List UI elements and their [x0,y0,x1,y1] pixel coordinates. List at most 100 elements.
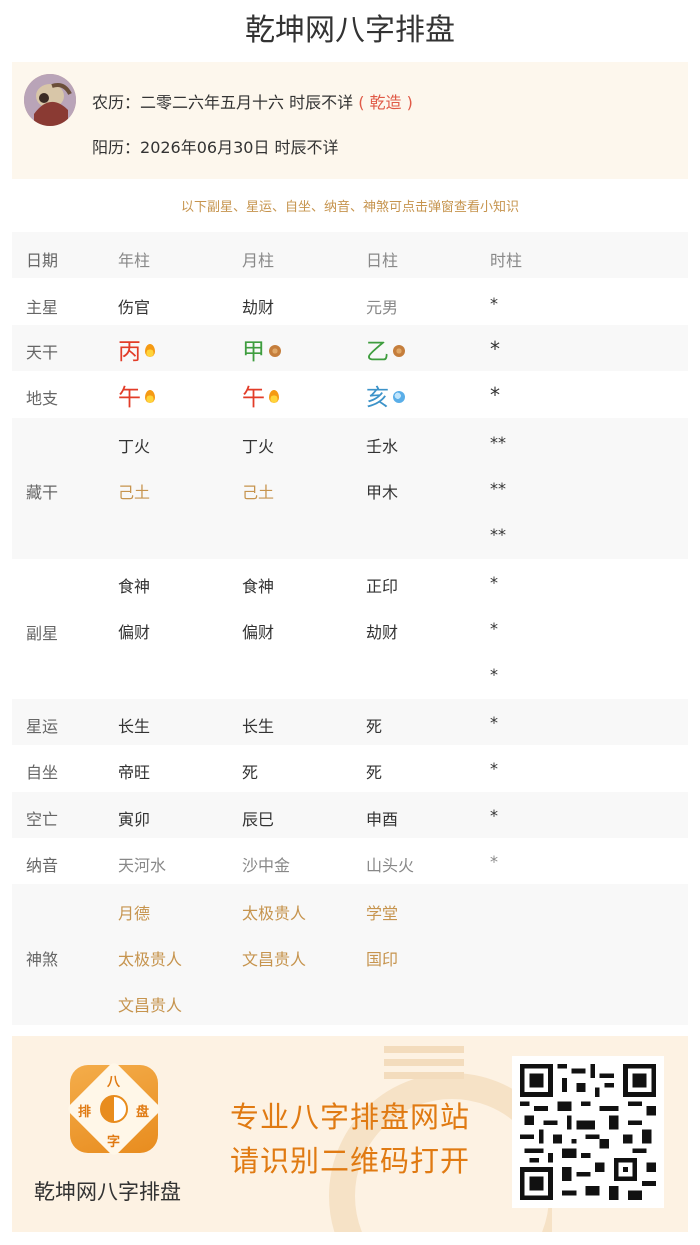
tiangan-day[interactable]: 乙 [366,332,405,366]
kongwang-day: 申酉 [366,810,399,829]
canggan-hour-3: ** [490,525,506,544]
kongwang-hour: * [490,806,498,825]
tiangan-year-char: 丙 [118,339,141,365]
tiangan-month-char: 甲 [242,339,265,365]
canggan-hour-2: ** [490,479,506,498]
xingyun-hour: * [490,713,498,732]
gender-label: ( 乾造 ) [358,93,413,112]
nayin-year[interactable]: 天河水 [118,852,166,876]
lunar-label: 农历： [92,93,141,112]
dizhi-month[interactable]: 午 [242,378,279,412]
fire-element-icon [145,390,155,403]
fuxing-month-1[interactable]: 食神 [242,573,274,597]
header-date: 日期 [26,251,59,270]
app-logo: 八 排 盘 字 [65,1060,163,1158]
bazi-table: 日期 年柱 月柱 日柱 时柱 主星 伤官 劫财 元男 * 天干 丙 甲 乙 * … [12,232,688,1025]
fuxing-hour-1: * [490,573,498,592]
kongwang-month: 辰巳 [242,810,275,829]
fuxing-year-2[interactable]: 偏财 [118,619,150,643]
row-nayin: 纳音 天河水 沙中金 山头火 * [12,838,688,884]
dizhi-month-char: 午 [242,385,265,411]
trigram-watermark-icon [384,1046,464,1085]
row-xingyun: 星运 长生 长生 死 * [12,699,688,745]
dizhi-year[interactable]: 午 [118,378,155,412]
canggan-year-1: 丁火 [118,437,151,456]
zizuo-day[interactable]: 死 [366,759,382,783]
table-header-row: 日期 年柱 月柱 日柱 时柱 [12,232,688,278]
fuxing-day-1[interactable]: 正印 [366,573,398,597]
shensha-year-2[interactable]: 太极贵人 [118,946,182,970]
xingyun-month[interactable]: 长生 [242,713,274,737]
slogan-line-1: 专业八字排盘网站 [230,1100,471,1134]
nayin-day[interactable]: 山头火 [366,852,414,876]
row-kongwang: 空亡 寅卯 辰巳 申酉 * [12,792,688,838]
row-fuxing: 副星 食神 食神 正印 * 偏财 偏财 劫财 * * [12,559,688,699]
zhuxing-month: 劫财 [242,298,275,317]
shensha-year-1[interactable]: 月德 [118,900,150,924]
dizhi-hour: * [490,383,500,407]
dizhi-day[interactable]: 亥 [366,378,405,412]
tiangan-year[interactable]: 丙 [118,332,155,366]
xingyun-year[interactable]: 长生 [118,713,150,737]
nayin-hour: * [490,852,498,871]
row-tiangan: 天干 丙 甲 乙 * [12,325,688,371]
lunar-date: 二零二六年五月十六 时辰不详 [140,93,354,112]
row-label: 空亡 [26,810,59,829]
shensha-day-2[interactable]: 国印 [366,946,398,970]
row-shensha: 神煞 月德 太极贵人 学堂 太极贵人 文昌贵人 国印 文昌贵人 [12,884,688,1025]
canggan-hour-1: ** [490,433,506,452]
canggan-day-2: 甲木 [366,483,399,502]
row-label: 藏干 [26,483,59,502]
canggan-year-2: 己土 [118,483,151,502]
row-label: 主星 [26,298,59,317]
avatar [24,74,76,126]
kongwang-year: 寅卯 [118,810,151,829]
fire-element-icon [269,390,279,403]
canggan-month-1: 丁火 [242,437,275,456]
row-label: 自坐 [26,763,59,782]
xingyun-day[interactable]: 死 [366,713,382,737]
earth-element-icon [269,345,281,357]
header-month-pillar: 月柱 [242,251,275,270]
nayin-month[interactable]: 沙中金 [242,852,290,876]
tiangan-day-char: 乙 [366,339,389,365]
row-zhuxing: 主星 伤官 劫财 元男 * [12,278,688,325]
fuxing-year-1[interactable]: 食神 [118,573,150,597]
lunar-date-line: 农历：二零二六年五月十六 时辰不详 ( 乾造 ) [92,89,413,113]
logo-char: 盘 [136,1105,150,1120]
hint-text: 以下副星、星运、自坐、纳音、神煞可点击弹窗查看小知识 [180,200,519,215]
shensha-day-1[interactable]: 学堂 [366,900,398,924]
row-canggan: 藏干 丁火 丁火 壬水 ** 己土 己土 甲木 ** ** [12,418,688,559]
logo-char: 排 [78,1105,92,1120]
row-label: 副星 [26,624,59,643]
fuxing-day-2[interactable]: 劫财 [366,619,398,643]
fuxing-hour-3: * [490,665,498,684]
qr-code[interactable] [512,1056,664,1208]
dizhi-day-char: 亥 [366,385,389,411]
header-year-pillar: 年柱 [118,251,151,270]
logo-char: 八 [107,1075,121,1090]
shensha-year-3[interactable]: 文昌贵人 [118,992,182,1016]
logo-char: 字 [107,1135,121,1150]
tiangan-month[interactable]: 甲 [242,332,281,366]
row-label: 纳音 [26,856,59,875]
yin-yang-icon [100,1095,128,1123]
canggan-day-1: 壬水 [366,437,399,456]
fuxing-month-2[interactable]: 偏财 [242,619,274,643]
solar-date-line: 阳历：2026年06月30日 时辰不详 [92,134,339,158]
water-element-icon [393,391,405,403]
zhuxing-hour: * [490,294,498,313]
shensha-month-2[interactable]: 文昌贵人 [242,946,306,970]
page-title: 乾坤网八字排盘 [245,13,455,48]
header-day-pillar: 日柱 [366,251,399,270]
promo-banner[interactable]: 八 排 盘 字 乾坤网八字排盘 专业八字排盘网站 请识别二维码打开 [12,1036,688,1232]
solar-date: 2026年06月30日 时辰不详 [140,138,339,157]
header-hour-pillar: 时柱 [490,251,523,270]
fire-element-icon [145,344,155,357]
slogan-line-2: 请识别二维码打开 [230,1144,471,1178]
zizuo-year[interactable]: 帝旺 [118,759,150,783]
shensha-month-1[interactable]: 太极贵人 [242,900,306,924]
row-label: 星运 [26,717,59,736]
row-label: 神煞 [26,950,59,969]
zizuo-month[interactable]: 死 [242,759,258,783]
